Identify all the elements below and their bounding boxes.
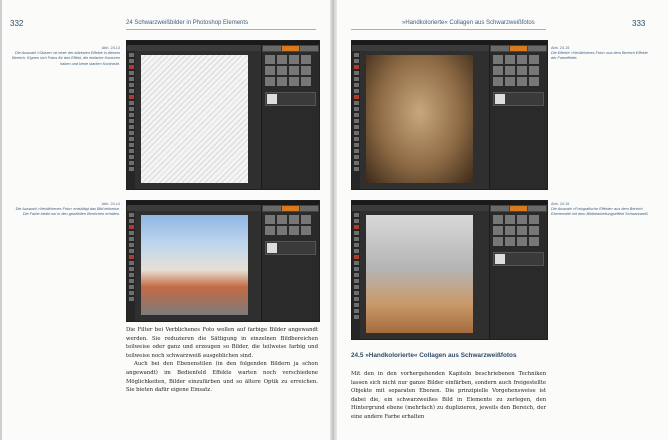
figure-caption-text: Die Auswahl »Fotografische Effekte« aus … bbox=[551, 207, 649, 217]
header-rule bbox=[126, 29, 316, 30]
running-head: »Handkolorierte« Collagen aus Schwarzwei… bbox=[402, 20, 535, 26]
effects-panel bbox=[489, 45, 547, 189]
toolbox bbox=[352, 51, 360, 189]
toolbox bbox=[127, 51, 135, 189]
page-number: 332 bbox=[10, 19, 24, 28]
paragraph: Auch bei den Ebenenstilen (in den folgen… bbox=[126, 361, 318, 394]
figure-caption-text: Die Effekte »Verblichenes Foto« aus dem … bbox=[551, 51, 648, 61]
screenshot-sketch-effect bbox=[126, 40, 320, 190]
image-canvas bbox=[141, 215, 248, 315]
figure-caption: Abb. 24.16 Die Auswahl »Fotografische Ef… bbox=[551, 202, 651, 218]
image-canvas bbox=[141, 55, 248, 183]
effects-panel bbox=[261, 45, 319, 189]
effects-panel bbox=[261, 205, 319, 321]
page-number: 333 bbox=[632, 19, 646, 28]
image-canvas bbox=[366, 215, 473, 333]
body-text: Mit den in den vorhergehenden Kapiteln b… bbox=[351, 370, 546, 422]
toolbox bbox=[127, 211, 135, 321]
running-head: 24 Schwarzweißbilder in Photoshop Elemen… bbox=[126, 20, 249, 26]
figure-caption: Abb. 24.13 Die Auswahl »Skizze« ist eine… bbox=[10, 46, 120, 67]
screenshot-twotone-effect bbox=[351, 200, 548, 340]
figure-caption: Abb. 24.15 Die Effekte »Verblichenes Fot… bbox=[551, 46, 651, 62]
header-rule bbox=[351, 29, 546, 30]
figure-caption-text: Die Auswahl »Verblichenes Foto« entsätti… bbox=[15, 207, 120, 217]
figure-caption-text: Die Auswahl »Skizze« ist einer der stärk… bbox=[12, 51, 120, 66]
figure-caption: Abb. 24.14 Die Auswahl »Verblichenes Fot… bbox=[10, 202, 120, 218]
paragraph: Die Filter bei Verblichenes Foto wollen … bbox=[126, 327, 318, 359]
toolbox bbox=[352, 211, 360, 339]
right-page: »Handkolorierte« Collagen aus Schwarzwei… bbox=[337, 0, 668, 440]
left-page: 332 24 Schwarzweißbilder in Photoshop El… bbox=[2, 0, 332, 440]
body-text: Die Filter bei Verblichenes Foto wollen … bbox=[126, 326, 318, 395]
image-canvas bbox=[366, 55, 473, 183]
section-heading: 24.5 »Handkolorierte« Collagen aus Schwa… bbox=[351, 352, 517, 359]
screenshot-faded-photo-effect bbox=[126, 200, 320, 322]
screenshot-sepia-effect bbox=[351, 40, 548, 190]
paragraph: Mit den in den vorhergehenden Kapiteln b… bbox=[351, 371, 546, 420]
effects-panel bbox=[489, 205, 547, 339]
